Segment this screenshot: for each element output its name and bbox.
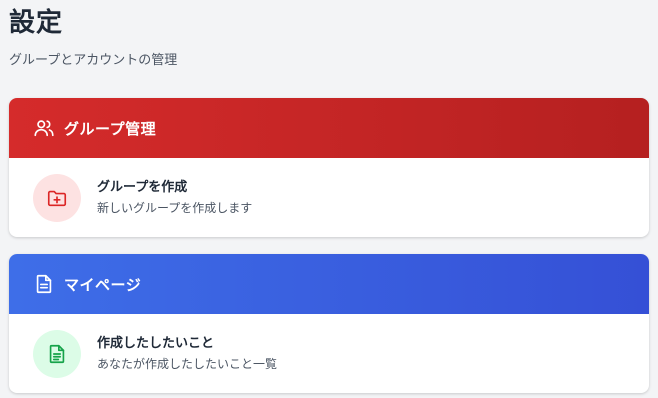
page-subtitle: グループとアカウントの管理 bbox=[9, 53, 178, 68]
my-page-title: マイページ bbox=[64, 275, 142, 294]
my-wishes-description: あなたが作成したしたいこと一覧 bbox=[97, 356, 278, 371]
group-management-header: グループ管理 bbox=[9, 98, 649, 158]
create-group-description: 新しいグループを作成します bbox=[97, 200, 253, 215]
document-icon bbox=[33, 273, 55, 295]
create-group-title: グループを作成 bbox=[97, 179, 188, 195]
create-group-item[interactable]: グループを作成 新しいグループを作成します bbox=[9, 158, 649, 237]
my-wishes-title: 作成したしたいこと bbox=[97, 335, 215, 351]
my-page-card: マイページ 作成したしたいこと あなたが作成したしたいこと一覧 bbox=[9, 254, 649, 393]
group-management-card: グループ管理 グループを作成 新しいグループを作成します bbox=[9, 98, 649, 237]
page-title: 設定 bbox=[9, 8, 64, 38]
my-wishes-item[interactable]: 作成したしたいこと あなたが作成したしたいこと一覧 bbox=[9, 314, 649, 393]
group-management-title: グループ管理 bbox=[64, 119, 157, 138]
my-page-header: マイページ bbox=[9, 254, 649, 314]
settings-page: 設定 グループとアカウントの管理 グループ管理 グループを作成 新しいグループを… bbox=[0, 0, 658, 398]
folder-plus-icon bbox=[33, 173, 81, 222]
users-icon bbox=[33, 117, 55, 139]
document-text-icon bbox=[33, 329, 81, 378]
